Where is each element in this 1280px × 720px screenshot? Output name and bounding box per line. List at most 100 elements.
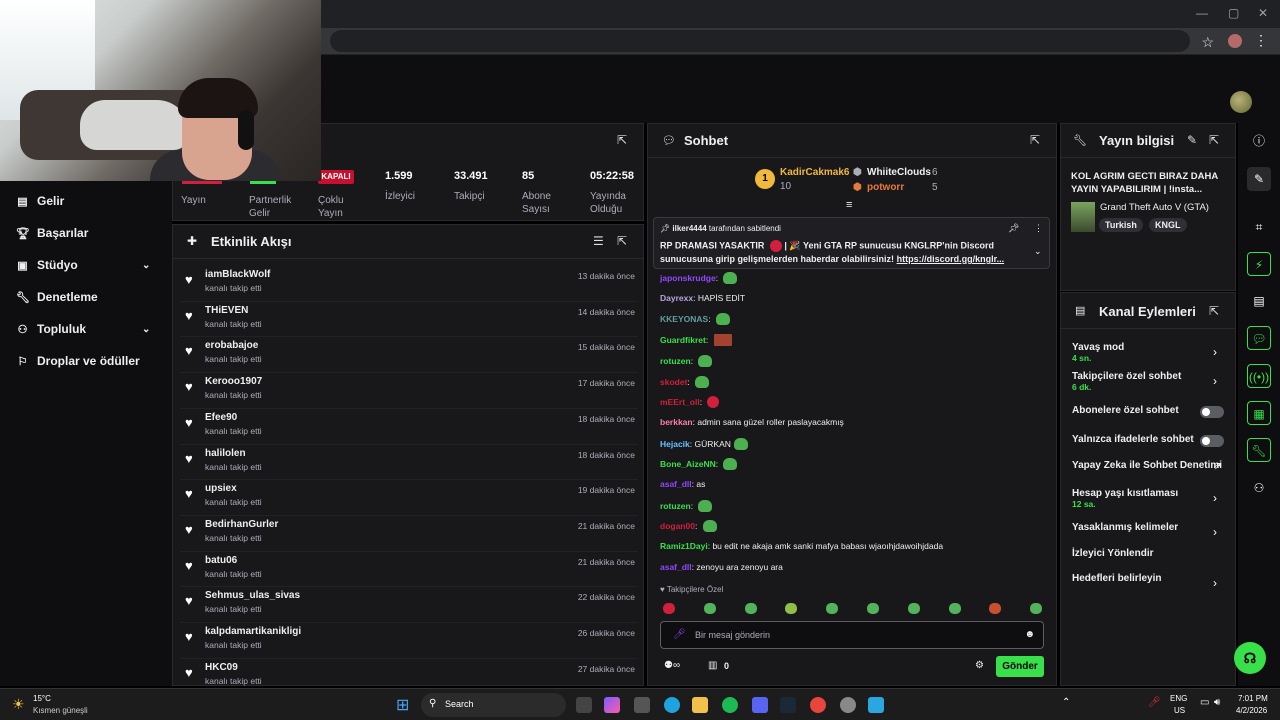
channel-action-item[interactable]: İzleyici Yönlendir	[1072, 548, 1228, 559]
pinned-link[interactable]: https://discord.gg/knglr...	[897, 254, 1005, 264]
help-chat-icon[interactable]: ☊	[1234, 642, 1266, 674]
popout-icon[interactable]: ⇱	[1209, 304, 1219, 318]
follower-name[interactable]: Sehmus_ulas_sivas	[205, 590, 300, 601]
wrench-icon[interactable]: 🔧︎	[1247, 438, 1271, 462]
unpin-icon[interactable]: 📌︎	[1008, 223, 1019, 234]
edge-icon[interactable]	[664, 697, 680, 713]
chat-message[interactable]: rotuzen:	[660, 499, 713, 512]
mic-icon[interactable]: 🎤︎	[673, 629, 686, 640]
emote-icon[interactable]	[723, 458, 738, 471]
emote-icon[interactable]	[707, 396, 720, 409]
files-icon[interactable]	[634, 697, 650, 713]
activity-row[interactable]: ♥ upsiex kanalı takip etti 19 dakika önce	[185, 483, 635, 515]
filter-icon[interactable]: ☰	[593, 234, 604, 248]
chevron-right-icon[interactable]: ›	[1213, 374, 1217, 388]
pinned-message[interactable]: 📌︎ ilker4444 tarafından sabitlendi 📌︎ ⋮ …	[653, 217, 1050, 269]
file-explorer-icon[interactable]	[692, 697, 708, 713]
chat-username[interactable]: rotuzen	[660, 501, 691, 511]
bits-icon[interactable]: ▥	[708, 660, 717, 671]
windows-start-icon[interactable]: ⊞	[396, 695, 409, 715]
spotify-icon[interactable]	[722, 697, 738, 713]
collapse-icon[interactable]: ≡	[846, 199, 852, 211]
follower-name[interactable]: BedirhanGurler	[205, 519, 278, 530]
activity-row[interactable]: ♥ batu06 kanalı takip etti 21 dakika önce	[185, 555, 635, 587]
community-icon[interactable]: ⚇	[1247, 476, 1271, 500]
chat-message[interactable]: Guardfikret:	[660, 334, 732, 347]
follower-name[interactable]: batu06	[205, 555, 237, 566]
chevron-down-icon[interactable]: ⌄	[142, 324, 150, 335]
emote-icon[interactable]	[867, 603, 879, 614]
emote-icon[interactable]	[703, 603, 716, 614]
leader-name[interactable]: KadirCakmak6	[780, 167, 849, 178]
user-avatar[interactable]	[1230, 91, 1252, 113]
tag-pill[interactable]: KNGL	[1149, 218, 1187, 232]
follower-name[interactable]: iamBlackWolf	[205, 269, 270, 280]
chevron-down-icon[interactable]: ⌄	[1034, 246, 1042, 257]
chat-message[interactable]: skodet:	[660, 375, 710, 388]
follower-name[interactable]: halilolen	[205, 448, 246, 459]
emote-icon[interactable]	[907, 603, 920, 614]
address-input[interactable]	[330, 30, 1190, 52]
channel-action-item[interactable]: Takipçilere özel sohbet 6 dk.	[1072, 371, 1228, 392]
chat-message[interactable]: mEErt_oll:	[660, 396, 720, 409]
chat-message[interactable]: Bone_AizeNN:	[660, 458, 738, 471]
chat-message[interactable]: KKEYONAS:	[660, 313, 730, 326]
channel-action-item[interactable]: Hedefleri belirleyin	[1072, 573, 1228, 584]
emote-icon[interactable]	[948, 603, 961, 614]
app-icon[interactable]	[868, 697, 884, 713]
channel-actions-icon[interactable]: ▦	[1247, 401, 1271, 425]
chat-settings-icon[interactable]: ⚙	[975, 660, 984, 671]
lang-indicator[interactable]: ENG	[1170, 694, 1187, 703]
category-thumbnail[interactable]	[1071, 202, 1095, 232]
app-icon[interactable]	[840, 697, 856, 713]
follower-name[interactable]: upsiex	[205, 483, 237, 494]
info-icon[interactable]: ⓘ	[1247, 129, 1271, 153]
chat-username[interactable]: dogan00	[660, 521, 695, 531]
edit-icon[interactable]: ✎	[1247, 167, 1271, 191]
edit-icon[interactable]: ✎	[1187, 133, 1197, 147]
chevron-right-icon[interactable]: ›	[1213, 491, 1217, 505]
clock-time[interactable]: 7:01 PM	[1238, 694, 1268, 703]
task-view-icon[interactable]	[576, 697, 592, 713]
popout-icon[interactable]: ⇱	[617, 133, 627, 147]
activity-row[interactable]: ♥ THiEVEN kanalı takip etti 14 dakika önce	[185, 305, 635, 337]
sidebar-item-gelir[interactable]: ▤ Gelir	[16, 194, 64, 208]
network-icon[interactable]: ▭	[1200, 697, 1209, 708]
activity-row[interactable]: ♥ iamBlackWolf kanalı takip etti 13 dakika …	[185, 269, 635, 301]
emote-icon[interactable]	[744, 603, 757, 614]
chat-username[interactable]: rotuzen	[660, 356, 691, 366]
chat-bubble-icon[interactable]: 💬︎	[1247, 326, 1271, 350]
popout-icon[interactable]: ⇱	[1030, 133, 1040, 147]
sidebar-item-denetleme[interactable]: 🔧︎ Denetleme	[16, 290, 98, 304]
browser-menu-icon[interactable]: ⋮	[1254, 32, 1268, 49]
chevron-right-icon[interactable]: ›	[1213, 525, 1217, 539]
toggle-switch[interactable]	[1200, 435, 1224, 447]
toggle-switch[interactable]	[1200, 406, 1224, 418]
chrome-icon[interactable]	[810, 697, 826, 713]
sidebar-item-basarilar[interactable]: 🏆︎ Başarılar	[16, 226, 88, 240]
document-icon[interactable]: ▤	[1247, 289, 1271, 313]
browser-profile-avatar[interactable]	[1228, 34, 1242, 48]
discord-icon[interactable]	[752, 697, 768, 713]
send-button[interactable]: Gönder	[996, 656, 1044, 677]
chat-message[interactable]: Hejacik: GÜRKAN	[660, 437, 748, 450]
emote-icon[interactable]	[698, 354, 713, 367]
follower-name[interactable]: erobabajoe	[205, 340, 258, 351]
emoji-picker-icon[interactable]: ☻	[1024, 629, 1035, 640]
popout-icon[interactable]: ⇱	[617, 234, 627, 248]
chat-username[interactable]: Hejacik	[660, 439, 690, 449]
stream-category[interactable]: Grand Theft Auto V (GTA)	[1100, 202, 1209, 213]
chat-username[interactable]: Dayrexx	[660, 293, 693, 303]
chevron-right-icon[interactable]: ›	[1213, 576, 1217, 590]
follower-name[interactable]: Kerooo1907	[205, 376, 262, 387]
popout-icon[interactable]: ⇱	[1209, 133, 1219, 147]
channel-action-item[interactable]: Hesap yaşı kısıtlaması 12 sa.	[1072, 488, 1228, 509]
broadcast-icon[interactable]: ((•))	[1247, 364, 1271, 388]
chat-message[interactable]: japonskrudge:	[660, 272, 738, 284]
chat-username[interactable]: berkkan	[660, 417, 693, 427]
sidebar-item-droplar[interactable]: ⚐ Droplar ve ödüller	[16, 354, 140, 368]
emote-icon[interactable]	[715, 313, 730, 326]
bookmark-star-icon[interactable]: ☆	[1201, 34, 1214, 51]
external-link-icon[interactable]: ⇗	[1213, 461, 1221, 472]
chevron-down-icon[interactable]: ⌄	[142, 260, 150, 271]
